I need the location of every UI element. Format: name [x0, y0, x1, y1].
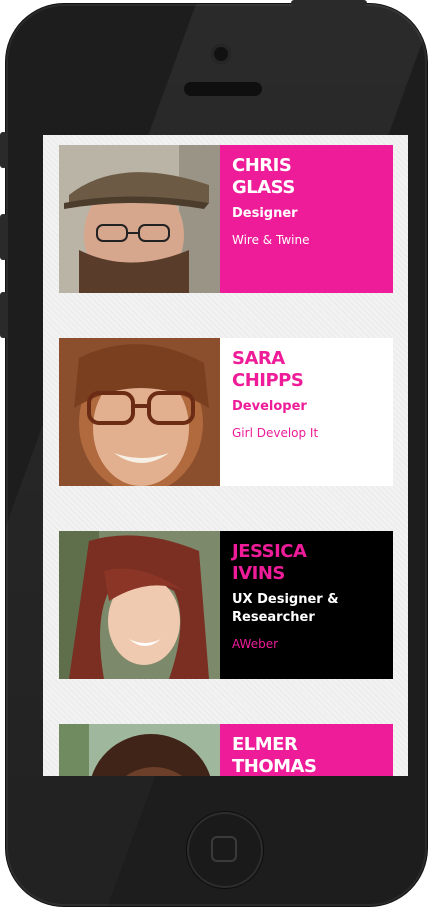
speaker-first-name: JESSICA	[232, 541, 307, 562]
speaker-info: SARA CHIPPS Developer Girl Develop It	[220, 338, 393, 486]
speaker-grille	[184, 82, 262, 96]
volume-down-button	[0, 292, 7, 338]
speaker-info: CHRIS GLASS Designer Wire & Twine	[220, 145, 393, 293]
speaker-photo-sara-chipps	[59, 338, 220, 486]
portrait-illustration	[59, 338, 220, 486]
speaker-info: JESSICA IVINS UX Designer & Researcher A…	[220, 531, 393, 679]
speaker-last-name: THOMAS	[232, 756, 317, 776]
speaker-first-name: CHRIS	[232, 155, 292, 176]
portrait-illustration	[59, 145, 220, 293]
speaker-card-sara-chipps[interactable]: SARA CHIPPS Developer Girl Develop It	[59, 338, 393, 486]
speaker-photo-elmer-thomas	[59, 724, 220, 776]
speaker-card-elmer-thomas[interactable]: ELMER THOMAS	[59, 724, 393, 776]
power-button	[291, 0, 367, 6]
speaker-company[interactable]: AWeber	[232, 637, 381, 651]
speaker-card-chris-glass[interactable]: CHRIS GLASS Designer Wire & Twine	[59, 145, 393, 293]
speaker-company[interactable]: Wire & Twine	[232, 233, 381, 247]
speaker-first-name: ELMER	[232, 734, 298, 755]
speaker-card-jessica-ivins[interactable]: JESSICA IVINS UX Designer & Researcher A…	[59, 531, 393, 679]
home-button[interactable]	[187, 812, 263, 888]
speaker-first-name: SARA	[232, 348, 285, 369]
speaker-role: UX Designer & Researcher	[232, 592, 339, 625]
volume-up-button	[0, 214, 7, 260]
speaker-last-name: IVINS	[232, 563, 285, 584]
phone-screen: CHRIS GLASS Designer Wire & Twine SARA C…	[43, 135, 408, 776]
speaker-info: ELMER THOMAS	[220, 724, 393, 776]
portrait-illustration	[59, 531, 220, 679]
speaker-role: Designer	[232, 206, 298, 221]
speaker-photo-jessica-ivins	[59, 531, 220, 679]
home-square-icon	[211, 836, 237, 862]
speaker-role: Developer	[232, 399, 307, 414]
speaker-photo-chris-glass	[59, 145, 220, 293]
speaker-company[interactable]: Girl Develop It	[232, 426, 381, 440]
front-camera	[211, 44, 231, 64]
speaker-last-name: CHIPPS	[232, 370, 304, 391]
speaker-last-name: GLASS	[232, 177, 295, 198]
phone-frame: CHRIS GLASS Designer Wire & Twine SARA C…	[6, 4, 427, 906]
mute-switch	[0, 132, 7, 168]
portrait-illustration	[59, 724, 220, 776]
